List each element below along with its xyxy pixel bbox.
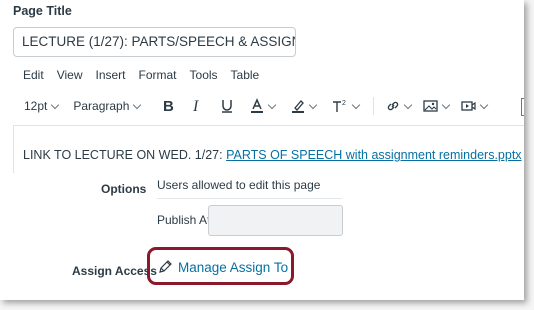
superscript-button[interactable]: 2 (332, 98, 361, 114)
svg-text:B: B (163, 98, 174, 114)
manage-assign-to-text: Manage Assign To (178, 259, 289, 275)
highlight-color-button[interactable] (291, 98, 318, 114)
publish-at-input[interactable] (208, 205, 343, 236)
page-title-input[interactable]: LECTURE (1/27): PARTS/SPEECH & ASSIGNMI (13, 27, 296, 57)
menu-tools[interactable]: Tools (190, 68, 218, 82)
menu-edit[interactable]: Edit (23, 68, 44, 82)
bold-icon[interactable]: B (162, 98, 176, 114)
toolbar-overflow-edge (521, 98, 524, 116)
media-icon (461, 99, 477, 113)
chevron-down-icon (268, 100, 277, 109)
editor-content[interactable]: LINK TO LECTURE ON WED. 1/27: PARTS OF S… (23, 148, 522, 162)
block-format-value: Paragraph (73, 99, 130, 113)
options-label: Options (101, 182, 147, 196)
italic-icon[interactable]: I (192, 98, 204, 114)
link-icon (386, 99, 400, 113)
menu-table[interactable]: Table (231, 68, 260, 82)
text-color-icon (250, 98, 264, 114)
font-size-value: 12pt (24, 99, 48, 113)
page-editor-panel: Page Title LECTURE (1/27): PARTS/SPEECH … (0, 0, 524, 300)
menu-insert[interactable]: Insert (95, 68, 125, 82)
chevron-down-icon (442, 100, 451, 109)
toolbar-divider (373, 97, 375, 115)
options-divider (157, 198, 342, 199)
text-color-button[interactable] (250, 98, 277, 114)
assign-access-label: Assign Access (72, 264, 157, 278)
image-button[interactable] (423, 99, 451, 113)
lecture-file-link[interactable]: PARTS OF SPEECH with assignment reminder… (226, 148, 521, 162)
editor-left-border (13, 125, 14, 173)
font-size-dropdown[interactable]: 12pt (24, 99, 60, 113)
publish-at-label: Publish At (157, 213, 211, 227)
highlight-icon (291, 98, 305, 114)
link-button[interactable] (386, 99, 413, 113)
block-format-dropdown[interactable]: Paragraph (73, 99, 142, 113)
media-button[interactable] (461, 99, 489, 113)
chevron-down-icon (133, 100, 142, 109)
page-title-label: Page Title (13, 4, 72, 18)
chevron-down-icon (352, 100, 361, 109)
svg-text:I: I (192, 98, 199, 114)
underline-icon[interactable] (220, 98, 234, 114)
chevron-down-icon (480, 100, 489, 109)
chevron-down-icon (51, 100, 60, 109)
svg-text:2: 2 (342, 100, 346, 107)
editor-menubar: Edit View Insert Format Tools Table (23, 68, 272, 82)
image-icon (423, 99, 439, 113)
manage-assign-to-link[interactable]: Manage Assign To (157, 259, 288, 275)
edit-permission-select[interactable]: Users allowed to edit this page (157, 178, 320, 192)
pencil-icon (157, 259, 173, 275)
editor-toolbar: 12pt Paragraph B I 2 (22, 96, 489, 116)
superscript-icon: 2 (332, 98, 348, 114)
menu-view[interactable]: View (57, 68, 83, 82)
editor-top-border (13, 125, 524, 126)
chevron-down-icon (309, 100, 318, 109)
editor-text-prefix: LINK TO LECTURE ON WED. 1/27: (23, 148, 227, 162)
menu-format[interactable]: Format (139, 68, 177, 82)
chevron-down-icon (404, 100, 413, 109)
